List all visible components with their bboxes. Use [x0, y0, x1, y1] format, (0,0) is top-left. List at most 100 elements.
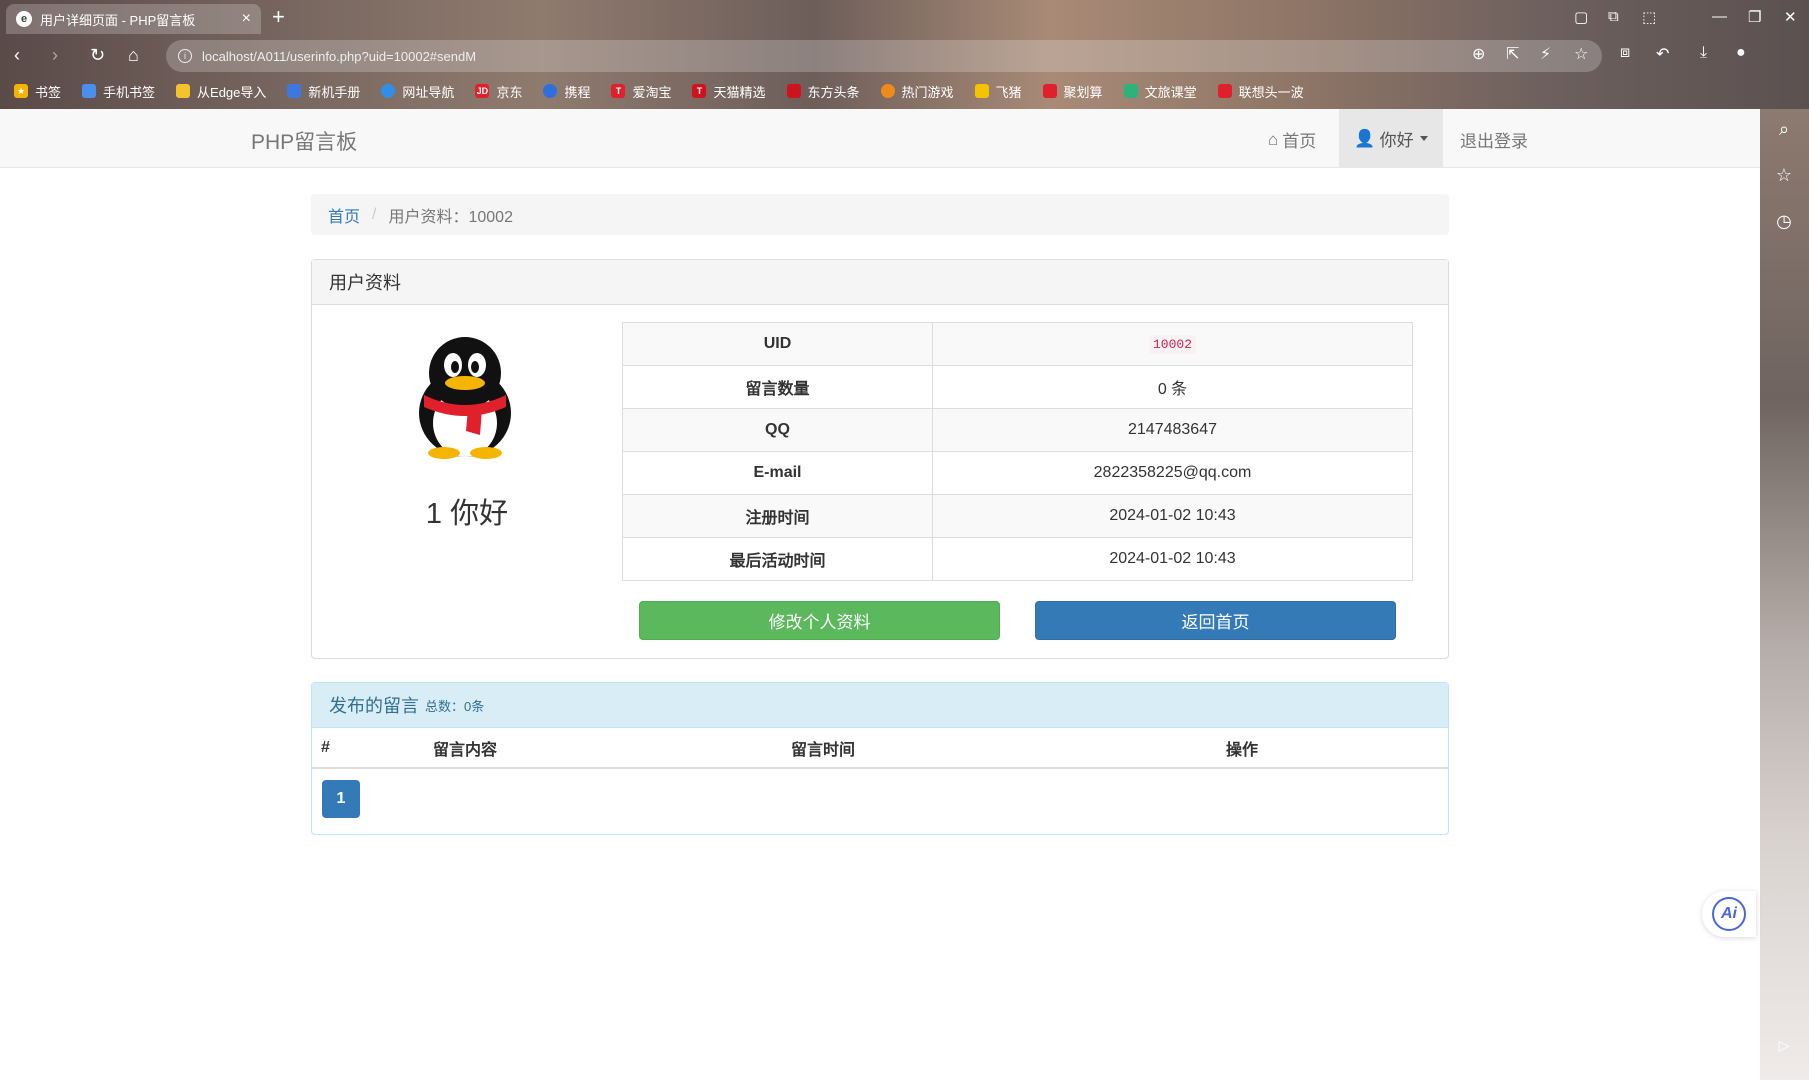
- bookmark-icon: [786, 84, 801, 98]
- pagination-page-1[interactable]: 1: [322, 780, 360, 818]
- site-navbar: PHP留言板 ⌂ 首页 👤 你好 退出登录: [0, 109, 1760, 168]
- bookmark-label: 爱淘宝: [632, 84, 672, 100]
- bookmark-label: 从Edge导入: [197, 84, 267, 100]
- bookmark-item[interactable]: 手机书签: [82, 82, 155, 101]
- bookmark-item[interactable]: ★ 书签: [14, 82, 61, 101]
- messages-panel-heading: 发布的留言 总数：0条: [312, 683, 1448, 728]
- browser-chrome: e 用户详细页面 - PHP留言板 × + ▢ ⧉ ⬚ — ❐ ✕ ‹ › ↻ …: [0, 0, 1809, 109]
- bookmark-icon: [287, 84, 302, 98]
- uid-code: 10002: [1148, 335, 1196, 354]
- bookmark-item[interactable]: 新机手册: [287, 82, 360, 101]
- home-icon[interactable]: ⌂: [128, 44, 139, 66]
- bookmark-icon: [1042, 84, 1057, 98]
- tab-list-icon[interactable]: ▢: [1574, 8, 1588, 26]
- close-window-icon[interactable]: ✕: [1784, 8, 1797, 26]
- undo-icon[interactable]: ↶: [1656, 44, 1669, 64]
- bookmark-item[interactable]: 文旅课堂: [1123, 82, 1197, 101]
- bookmark-label: 飞猪: [995, 84, 1022, 100]
- flash-icon[interactable]: ⚡: [1540, 44, 1551, 64]
- bookmark-item[interactable]: 聚划算: [1042, 82, 1103, 101]
- bookmark-item[interactable]: T 天猫精选: [692, 82, 766, 101]
- breadcrumb-home-link[interactable]: 首页: [328, 203, 360, 227]
- zoom-icon[interactable]: ⊕: [1472, 44, 1485, 64]
- field-label: QQ: [622, 408, 933, 452]
- bookmark-item[interactable]: T 爱淘宝: [611, 82, 671, 101]
- column-header-time: 留言时间: [782, 729, 1217, 769]
- new-tab-icon[interactable]: +: [272, 6, 285, 28]
- logout-link[interactable]: 退出登录: [1460, 127, 1528, 152]
- field-label: 留言数量: [622, 365, 933, 409]
- jd-icon: JD: [475, 84, 490, 98]
- favorite-star-icon[interactable]: ☆: [1574, 44, 1588, 64]
- home-icon: ⌂: [1268, 129, 1279, 149]
- back-icon[interactable]: ‹: [14, 44, 20, 66]
- field-label: 最后活动时间: [622, 537, 933, 581]
- bookmark-icon: [543, 84, 558, 98]
- nav-home-label: 首页: [1282, 132, 1317, 151]
- field-value: 10002: [932, 322, 1413, 366]
- bookmark-item[interactable]: 携程: [543, 82, 590, 101]
- forward-icon[interactable]: ›: [52, 44, 58, 66]
- table-row: UID 10002: [622, 322, 1413, 366]
- bookmark-label: 东方头条: [807, 84, 860, 100]
- column-header-actions: 操作: [1217, 729, 1448, 769]
- back-home-button[interactable]: 返回首页: [1035, 601, 1396, 640]
- field-value: 2147483647: [932, 408, 1413, 452]
- site-info-icon[interactable]: i: [178, 49, 192, 63]
- collections-icon[interactable]: ⧉: [1608, 8, 1619, 25]
- caret-down-icon: [1419, 136, 1428, 141]
- minimize-icon[interactable]: —: [1712, 8, 1727, 25]
- extensions-menu-icon[interactable]: ⬚: [1642, 8, 1656, 26]
- bookmark-item[interactable]: 网址导航: [381, 82, 454, 101]
- bookmark-icon: T: [611, 84, 626, 98]
- profile-avatar-icon[interactable]: ●: [1736, 44, 1746, 62]
- ai-icon: Ai: [1712, 897, 1746, 931]
- collapse-sidebar-icon[interactable]: ▷: [1772, 1033, 1796, 1057]
- edit-profile-button[interactable]: 修改个人资料: [639, 601, 1000, 640]
- field-label: 注册时间: [622, 494, 933, 538]
- bookmark-item[interactable]: 联想头一波: [1217, 82, 1304, 101]
- bookmark-item[interactable]: 从Edge导入: [176, 82, 266, 101]
- user-info-table: UID 10002 留言数量 0 条 QQ 2147483647 E-mail 2822…: [622, 322, 1413, 581]
- bookmark-label: 联想头一波: [1238, 84, 1304, 100]
- reload-icon[interactable]: ↻: [90, 44, 105, 66]
- bookmark-label: 文旅课堂: [1144, 84, 1197, 100]
- bookmark-label: 携程: [564, 84, 591, 100]
- star-icon[interactable]: ☆: [1772, 163, 1796, 187]
- share-icon[interactable]: ⇱: [1506, 44, 1519, 64]
- extensions-icon[interactable]: ⧈: [1620, 44, 1630, 62]
- bookmark-label: 网址导航: [402, 84, 455, 100]
- browser-sidebar: ⌕ ☆ ◷ ▷: [1760, 109, 1809, 1080]
- url-text: localhost/A011/userinfo.php?uid=10002#se…: [202, 48, 477, 64]
- search-icon[interactable]: ⌕: [1772, 117, 1796, 141]
- table-row: 最后活动时间 2024-01-02 10:43: [622, 537, 1413, 581]
- bookmarks-bar: ★ 书签 手机书签 从Edge导入 新机手册 网址导航 JD 京东 携程 T 爱淘宝 …: [14, 80, 1325, 102]
- address-bar[interactable]: i localhost/A011/userinfo.php?uid=10002#…: [166, 40, 1602, 72]
- profile-panel-heading: 用户资料: [312, 260, 1448, 305]
- restore-icon[interactable]: ❐: [1748, 8, 1761, 26]
- profile-panel: 用户资料 1 你好 UID 10002 留言数量 0 条 QQ 2147483647 …: [311, 259, 1449, 659]
- bookmark-label: 京东: [496, 84, 523, 100]
- bookmark-item[interactable]: 飞猪: [974, 82, 1022, 101]
- site-brand[interactable]: PHP留言板: [251, 126, 357, 156]
- bookmark-label: 聚划算: [1063, 84, 1103, 100]
- table-row: 注册时间 2024-01-02 10:43: [622, 494, 1413, 538]
- messages-table: # 留言内容 留言时间 操作: [312, 729, 1448, 769]
- user-icon: 👤: [1354, 128, 1376, 148]
- messages-panel: 发布的留言 总数：0条 # 留言内容 留言时间 操作 1: [311, 682, 1449, 835]
- bookmark-icon: [381, 84, 396, 98]
- bookmark-item[interactable]: JD 京东: [475, 82, 522, 101]
- history-icon[interactable]: ◷: [1772, 209, 1796, 233]
- user-dropdown[interactable]: 👤 你好: [1339, 109, 1443, 168]
- nav-home-link[interactable]: ⌂ 首页: [1268, 127, 1316, 152]
- table-row: QQ 2147483647: [622, 408, 1413, 452]
- breadcrumb-current: 用户资料：10002: [388, 208, 513, 226]
- messages-total: 总数：0条: [425, 698, 485, 714]
- bookmark-item[interactable]: 热门游戏: [880, 82, 954, 101]
- download-icon[interactable]: ⤓: [1700, 44, 1707, 62]
- tab-close-icon[interactable]: ×: [242, 10, 251, 28]
- bookmark-label: 天猫精选: [713, 84, 766, 100]
- browser-tab[interactable]: e 用户详细页面 - PHP留言板 ×: [6, 4, 261, 34]
- ai-assistant-button[interactable]: Ai: [1702, 891, 1756, 937]
- bookmark-item[interactable]: 东方头条: [786, 82, 860, 101]
